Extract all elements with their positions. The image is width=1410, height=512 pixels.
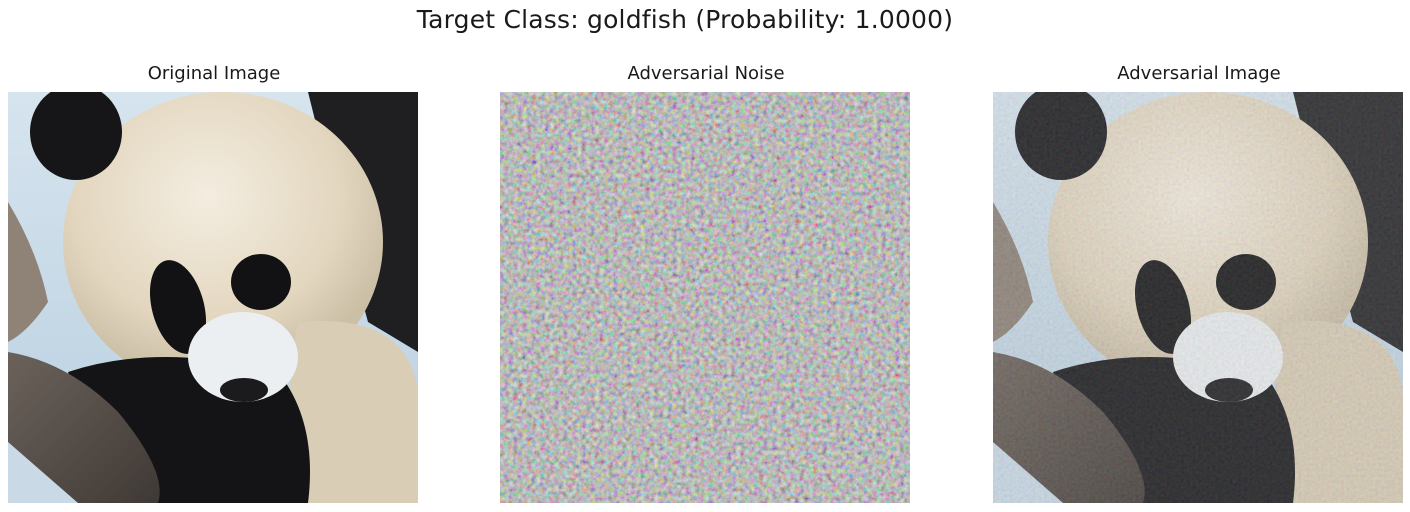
original-image-title: Original Image (147, 63, 281, 84)
original-image-panel: Original Image (8, 62, 420, 503)
original-image (8, 92, 418, 503)
figure-suptitle: Target Class: goldfish (Probability: 1.0… (416, 5, 954, 34)
adversarial-noise-image (500, 92, 910, 503)
adversarial-image-title: Adversarial Image (1117, 63, 1281, 84)
adversarial-image (993, 92, 1403, 503)
adversarial-noise-title: Adversarial Noise (627, 63, 785, 84)
adversarial-noise-panel: Adversarial Noise (500, 62, 912, 503)
adversarial-image-panel: Adversarial Image (993, 62, 1405, 503)
